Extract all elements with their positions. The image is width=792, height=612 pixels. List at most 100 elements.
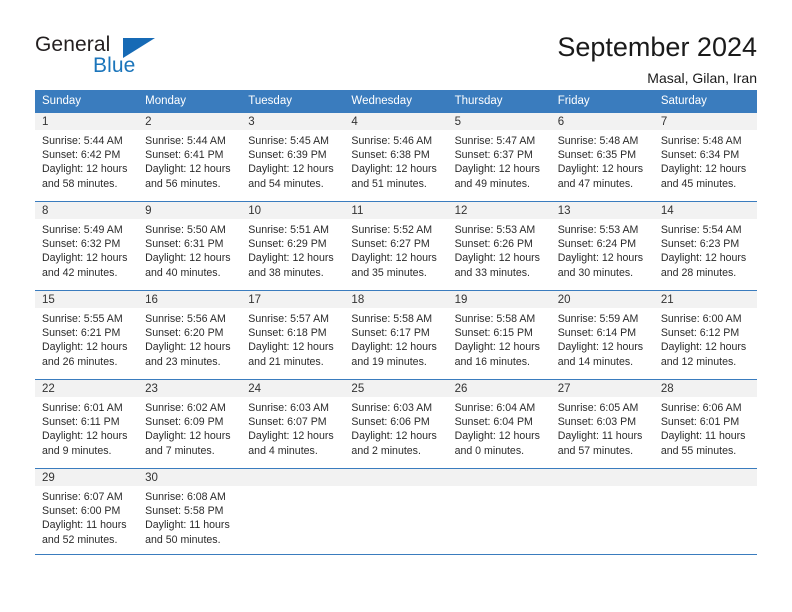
sunrise-text: Sunrise: 5:47 AM <box>454 135 536 147</box>
day-cell[interactable]: 30 Sunrise: 6:08 AM Sunset: 5:58 PM Dayligh… <box>138 468 242 555</box>
day-number <box>241 469 345 486</box>
day-cell[interactable]: 27 Sunrise: 6:05 AM Sunset: 6:03 PM Dayligh… <box>550 379 654 469</box>
daylight-text-line1: Daylight: 12 hours <box>145 252 231 265</box>
day-cell[interactable]: 9 Sunrise: 5:50 AM Sunset: 6:31 PM Daylight… <box>138 201 242 291</box>
sunset-text: Sunset: 6:27 PM <box>351 238 430 251</box>
day-number: 11 <box>344 202 448 219</box>
daylight-text-line1: Daylight: 12 hours <box>660 341 747 354</box>
sunset-text: Sunset: 6:29 PM <box>248 238 327 251</box>
sunset-text: Sunset: 6:01 PM <box>660 416 740 429</box>
day-cell[interactable]: 16 Sunrise: 5:56 AM Sunset: 6:20 PM Dayligh… <box>138 290 242 380</box>
day-cell[interactable]: 25 Sunrise: 6:03 AM Sunset: 6:06 PM Dayligh… <box>344 379 448 469</box>
sunset-text: Sunset: 6:03 PM <box>557 416 637 429</box>
day-number <box>447 469 551 486</box>
day-number: 20 <box>550 291 654 308</box>
daylight-text-line2: and 52 minutes. <box>42 533 118 546</box>
page-title: September 2024 <box>557 32 757 62</box>
day-cell[interactable]: 26 Sunrise: 6:04 AM Sunset: 6:04 PM Dayligh… <box>447 379 551 469</box>
sunrise-text: Sunrise: 6:08 AM <box>145 491 226 503</box>
day-cell[interactable]: 15 Sunrise: 5:55 AM Sunset: 6:21 PM Dayligh… <box>35 290 139 380</box>
day-cell[interactable]: 6 Sunrise: 5:48 AM Sunset: 6:35 PM Daylight… <box>550 112 654 202</box>
sunrise-text: Sunrise: 5:53 AM <box>454 224 536 236</box>
day-details: Sunrise: 5:49 AM Sunset: 6:32 PM Daylight:… <box>35 219 138 280</box>
daylight-text-line1: Daylight: 12 hours <box>351 341 437 354</box>
sunrise-text: Sunrise: 6:01 AM <box>42 402 123 414</box>
sunset-text: Sunset: 6:00 PM <box>42 505 121 518</box>
day-cell-empty <box>241 468 345 555</box>
daylight-text-line2: and 14 minutes. <box>557 355 634 368</box>
page-header: General Blue September 2024 Masal, Gilan… <box>0 0 792 86</box>
calendar-body: 1 Sunrise: 5:44 AM Sunset: 6:42 PM Daylight… <box>35 112 757 555</box>
day-cell[interactable]: 28 Sunrise: 6:06 AM Sunset: 6:01 PM Dayligh… <box>653 379 757 469</box>
daylight-text-line1: Daylight: 12 hours <box>248 430 334 443</box>
day-cell[interactable]: 10 Sunrise: 5:51 AM Sunset: 6:29 PM Dayligh… <box>241 201 345 291</box>
daylight-text-line1: Daylight: 12 hours <box>351 163 437 176</box>
day-cell[interactable]: 7 Sunrise: 5:48 AM Sunset: 6:34 PM Daylight… <box>653 112 757 202</box>
daylight-text-line2: and 26 minutes. <box>42 355 118 368</box>
day-number: 17 <box>241 291 345 308</box>
daylight-text-line1: Daylight: 12 hours <box>42 252 128 265</box>
day-number: 21 <box>653 291 757 308</box>
day-cell[interactable]: 29 Sunrise: 6:07 AM Sunset: 6:00 PM Dayligh… <box>35 468 139 555</box>
daylight-text-line2: and 40 minutes. <box>145 266 221 279</box>
sunset-text: Sunset: 6:12 PM <box>660 327 740 340</box>
day-details: Sunrise: 5:57 AM Sunset: 6:18 PM Daylight:… <box>241 308 344 369</box>
day-number: 3 <box>241 113 345 130</box>
day-cell[interactable]: 12 Sunrise: 5:53 AM Sunset: 6:26 PM Dayligh… <box>447 201 551 291</box>
day-number: 1 <box>35 113 139 130</box>
sunrise-text: Sunrise: 5:58 AM <box>351 313 433 325</box>
day-cell-empty <box>653 468 757 555</box>
sunset-text: Sunset: 6:17 PM <box>351 327 430 340</box>
daylight-text-line1: Daylight: 12 hours <box>557 163 644 176</box>
daylight-text-line2: and 30 minutes. <box>557 266 634 279</box>
week-row: 8 Sunrise: 5:49 AM Sunset: 6:32 PM Daylight… <box>35 201 757 291</box>
week-row: 15 Sunrise: 5:55 AM Sunset: 6:21 PM Dayligh… <box>35 290 757 380</box>
sunrise-text: Sunrise: 5:44 AM <box>42 135 123 147</box>
day-details: Sunrise: 5:48 AM Sunset: 6:34 PM Daylight:… <box>654 130 757 191</box>
sunrise-text: Sunrise: 5:55 AM <box>42 313 123 325</box>
sunset-text: Sunset: 6:21 PM <box>42 327 121 340</box>
day-number: 16 <box>138 291 242 308</box>
sunrise-text: Sunrise: 6:05 AM <box>557 402 639 414</box>
day-cell[interactable]: 21 Sunrise: 6:00 AM Sunset: 6:12 PM Dayligh… <box>653 290 757 380</box>
day-cell[interactable]: 22 Sunrise: 6:01 AM Sunset: 6:11 PM Dayligh… <box>35 379 139 469</box>
generalblue-logo[interactable]: General Blue <box>35 30 165 82</box>
day-cell-empty <box>447 468 551 555</box>
sunrise-text: Sunrise: 5:48 AM <box>660 135 742 147</box>
day-details: Sunrise: 5:45 AM Sunset: 6:39 PM Daylight:… <box>241 130 344 191</box>
daylight-text-line1: Daylight: 12 hours <box>454 252 540 265</box>
page-subtitle-location: Masal, Gilan, Iran <box>647 70 757 87</box>
daylight-text-line1: Daylight: 11 hours <box>42 519 127 532</box>
day-cell[interactable]: 4 Sunrise: 5:46 AM Sunset: 6:38 PM Daylight… <box>344 112 448 202</box>
day-cell[interactable]: 13 Sunrise: 5:53 AM Sunset: 6:24 PM Dayligh… <box>550 201 654 291</box>
day-cell[interactable]: 11 Sunrise: 5:52 AM Sunset: 6:27 PM Dayligh… <box>344 201 448 291</box>
daylight-text-line2: and 23 minutes. <box>145 355 221 368</box>
sunrise-text: Sunrise: 5:57 AM <box>248 313 329 325</box>
sunrise-text: Sunrise: 6:02 AM <box>145 402 226 414</box>
day-cell[interactable]: 19 Sunrise: 5:58 AM Sunset: 6:15 PM Dayligh… <box>447 290 551 380</box>
sunrise-text: Sunrise: 5:48 AM <box>557 135 639 147</box>
month-calendar-table: Sunday Monday Tuesday Wednesday Thursday… <box>35 90 757 555</box>
daylight-text-line2: and 51 minutes. <box>351 177 427 190</box>
day-number: 6 <box>550 113 654 130</box>
sunrise-text: Sunrise: 6:03 AM <box>248 402 329 414</box>
day-number: 13 <box>550 202 654 219</box>
daylight-text-line2: and 9 minutes. <box>42 444 112 457</box>
day-cell[interactable]: 20 Sunrise: 5:59 AM Sunset: 6:14 PM Dayligh… <box>550 290 654 380</box>
weekday-header-row: Sunday Monday Tuesday Wednesday Thursday… <box>35 90 757 113</box>
day-cell[interactable]: 5 Sunrise: 5:47 AM Sunset: 6:37 PM Daylight… <box>447 112 551 202</box>
day-number: 18 <box>344 291 448 308</box>
daylight-text-line1: Daylight: 12 hours <box>454 163 540 176</box>
day-cell[interactable]: 1 Sunrise: 5:44 AM Sunset: 6:42 PM Daylight… <box>35 112 139 202</box>
day-cell[interactable]: 14 Sunrise: 5:54 AM Sunset: 6:23 PM Dayligh… <box>653 201 757 291</box>
day-cell[interactable]: 3 Sunrise: 5:45 AM Sunset: 6:39 PM Daylight… <box>241 112 345 202</box>
day-cell[interactable]: 23 Sunrise: 6:02 AM Sunset: 6:09 PM Dayligh… <box>138 379 242 469</box>
day-cell[interactable]: 18 Sunrise: 5:58 AM Sunset: 6:17 PM Dayligh… <box>344 290 448 380</box>
daylight-text-line2: and 16 minutes. <box>454 355 530 368</box>
day-cell[interactable]: 8 Sunrise: 5:49 AM Sunset: 6:32 PM Daylight… <box>35 201 139 291</box>
day-details: Sunrise: 6:03 AM Sunset: 6:07 PM Daylight:… <box>241 397 344 458</box>
day-cell[interactable]: 17 Sunrise: 5:57 AM Sunset: 6:18 PM Dayligh… <box>241 290 345 380</box>
day-cell[interactable]: 24 Sunrise: 6:03 AM Sunset: 6:07 PM Dayligh… <box>241 379 345 469</box>
daylight-text-line1: Daylight: 12 hours <box>42 163 128 176</box>
day-cell[interactable]: 2 Sunrise: 5:44 AM Sunset: 6:41 PM Daylight… <box>138 112 242 202</box>
